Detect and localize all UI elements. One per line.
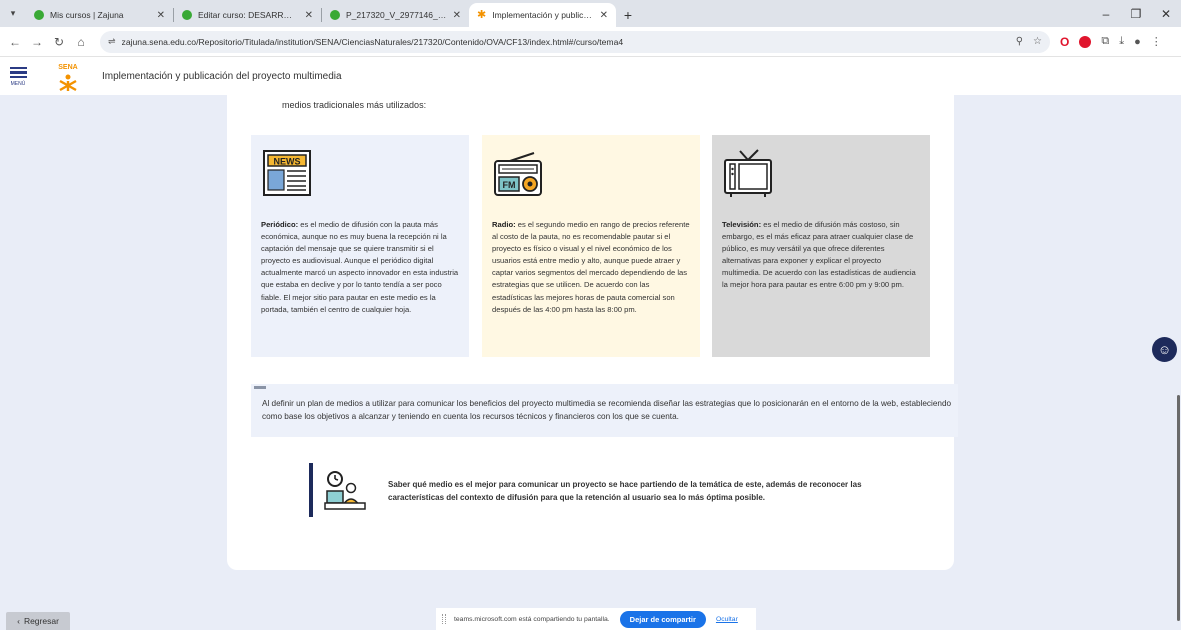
chevron-left-icon: ‹: [17, 616, 20, 626]
media-card-television: Televisión: es el medio de difusión más …: [712, 135, 930, 357]
svg-text:FM: FM: [503, 180, 516, 190]
close-window-icon[interactable]: ✕: [1151, 7, 1181, 21]
hamburger-icon: [9, 65, 27, 81]
browser-toolbar: ← → ↻ ⌂ ⇌ zajuna.sena.edu.co/Repositorio…: [0, 27, 1181, 57]
tab-close-icon[interactable]: ✕: [157, 10, 165, 21]
sena-logo-text: SENA: [58, 64, 77, 71]
menu-label: MENÚ: [10, 81, 26, 88]
site-favicon-icon: [34, 10, 44, 20]
accessibility-button[interactable]: ☺: [1152, 337, 1177, 362]
media-card-radio: FM Radio: es el segundo medio en rango d…: [482, 135, 700, 357]
menu-button[interactable]: MENÚ: [0, 65, 36, 88]
note-box: Al definir un plan de medios a utilizar …: [251, 384, 958, 437]
tab-title: Implementación y publicación...: [492, 10, 593, 20]
tab-search-button[interactable]: ▾: [0, 0, 26, 27]
tab-close-icon[interactable]: ✕: [600, 10, 608, 21]
browser-tab-strip: ▾ Mis cursos | Zajuna ✕ Editar curso: DE…: [0, 0, 1181, 27]
sena-logo-symbol-icon: [59, 74, 77, 92]
periodico-description: Periódico: es el medio de difusión con l…: [261, 219, 459, 316]
radio-description: Radio: es el segundo medio en rango de p…: [492, 219, 690, 316]
television-description: Televisión: es el medio de difusión más …: [722, 219, 920, 292]
browser-tab-active[interactable]: ✱ Implementación y publicación... ✕: [469, 3, 616, 27]
url-text: zajuna.sena.edu.co/Repositorio/Titulada/…: [121, 36, 624, 47]
tab-title: P_217320_V_2977146_R_47_C...: [346, 10, 447, 20]
newspaper-icon: NEWS: [261, 147, 459, 207]
intro-text: medios tradicionales más utilizados:: [282, 100, 427, 110]
person-clock-icon: [323, 469, 367, 513]
screen-share-bar: teams.microsoft.com está compartiendo tu…: [436, 608, 756, 630]
browser-tab[interactable]: Editar curso: DESARROLLO MU... ✕: [174, 3, 321, 27]
periodico-label: Periódico:: [261, 220, 299, 229]
bottom-bar: ‹ Regresar teams.microsoft.com está comp…: [0, 606, 1181, 630]
extensions-puzzle-icon[interactable]: ⧉: [1101, 35, 1109, 48]
television-label: Televisión:: [722, 220, 762, 229]
note-marker: [254, 386, 266, 389]
site-info-icon[interactable]: ⇌: [108, 36, 116, 47]
minimize-icon[interactable]: –: [1091, 7, 1121, 21]
window-controls: – ❐ ✕: [1091, 0, 1181, 27]
course-title: Implementación y publicación del proyect…: [102, 70, 342, 82]
tip-accent-bar: [309, 463, 313, 517]
back-button[interactable]: ‹ Regresar: [6, 612, 70, 630]
note-text: Al definir un plan de medios a utilizar …: [262, 399, 952, 421]
extensions-area: O ⧉ ⤓ ● ⋮: [1060, 35, 1162, 49]
tab-close-icon[interactable]: ✕: [305, 10, 313, 21]
sena-favicon-icon: ✱: [477, 9, 487, 21]
browser-menu-icon[interactable]: ⋮: [1151, 35, 1162, 48]
back-label: Regresar: [23, 616, 59, 626]
radio-label: Radio:: [492, 220, 516, 229]
zoom-icon[interactable]: ⚲: [1016, 36, 1023, 47]
forward-arrow-icon[interactable]: →: [26, 35, 48, 49]
periodico-text: es el medio de difusión con la pauta más…: [261, 220, 459, 314]
accessibility-icon: ☺: [1157, 342, 1172, 357]
media-card-periodico: NEWS Periódico: es el medio de difusión …: [251, 135, 469, 357]
reload-icon[interactable]: ↻: [48, 35, 70, 49]
address-bar[interactable]: ⇌ zajuna.sena.edu.co/Repositorio/Titulad…: [100, 30, 1050, 53]
television-icon: [722, 147, 920, 207]
site-favicon-icon: [330, 10, 340, 20]
radio-icon: FM: [492, 147, 690, 207]
tip-text: Saber qué medio es el mejor para comunic…: [388, 480, 862, 502]
tab-close-icon[interactable]: ✕: [453, 10, 461, 21]
profile-icon[interactable]: ●: [1134, 36, 1141, 48]
back-arrow-icon[interactable]: ←: [4, 35, 26, 49]
download-icon[interactable]: ⤓: [1119, 35, 1124, 48]
page-scrollbar[interactable]: [1177, 395, 1180, 621]
sena-logo: SENA: [48, 60, 88, 92]
svg-text:SENA: SENA: [58, 64, 77, 71]
home-icon[interactable]: ⌂: [70, 35, 92, 49]
new-tab-button[interactable]: +: [616, 3, 640, 27]
drag-handle-icon[interactable]: [442, 614, 446, 624]
share-status-text: teams.microsoft.com está compartiendo tu…: [454, 615, 610, 623]
restore-icon[interactable]: ❐: [1121, 7, 1151, 21]
tab-title: Mis cursos | Zajuna: [50, 10, 124, 20]
tab-title: Editar curso: DESARROLLO MU...: [198, 10, 299, 20]
site-favicon-icon: [182, 10, 192, 20]
svg-text:NEWS: NEWS: [274, 157, 301, 167]
adblock-extension-icon[interactable]: [1079, 35, 1092, 48]
television-text: es el medio de difusión más costoso, sin…: [722, 220, 916, 290]
hide-share-bar-link[interactable]: Ocultar: [716, 616, 738, 623]
browser-tab[interactable]: P_217320_V_2977146_R_47_C... ✕: [322, 3, 469, 27]
site-header: MENÚ SENA Implementación y publicación d…: [0, 57, 1181, 95]
opera-extension-icon[interactable]: O: [1060, 35, 1069, 49]
tip-callout: Saber qué medio es el mejor para comunic…: [309, 463, 909, 517]
radio-text: es el segundo medio en rango de precios …: [492, 220, 690, 314]
stop-sharing-button[interactable]: Dejar de compartir: [619, 610, 706, 628]
bookmark-star-icon[interactable]: ☆: [1033, 36, 1042, 47]
browser-tab[interactable]: Mis cursos | Zajuna ✕: [26, 3, 173, 27]
